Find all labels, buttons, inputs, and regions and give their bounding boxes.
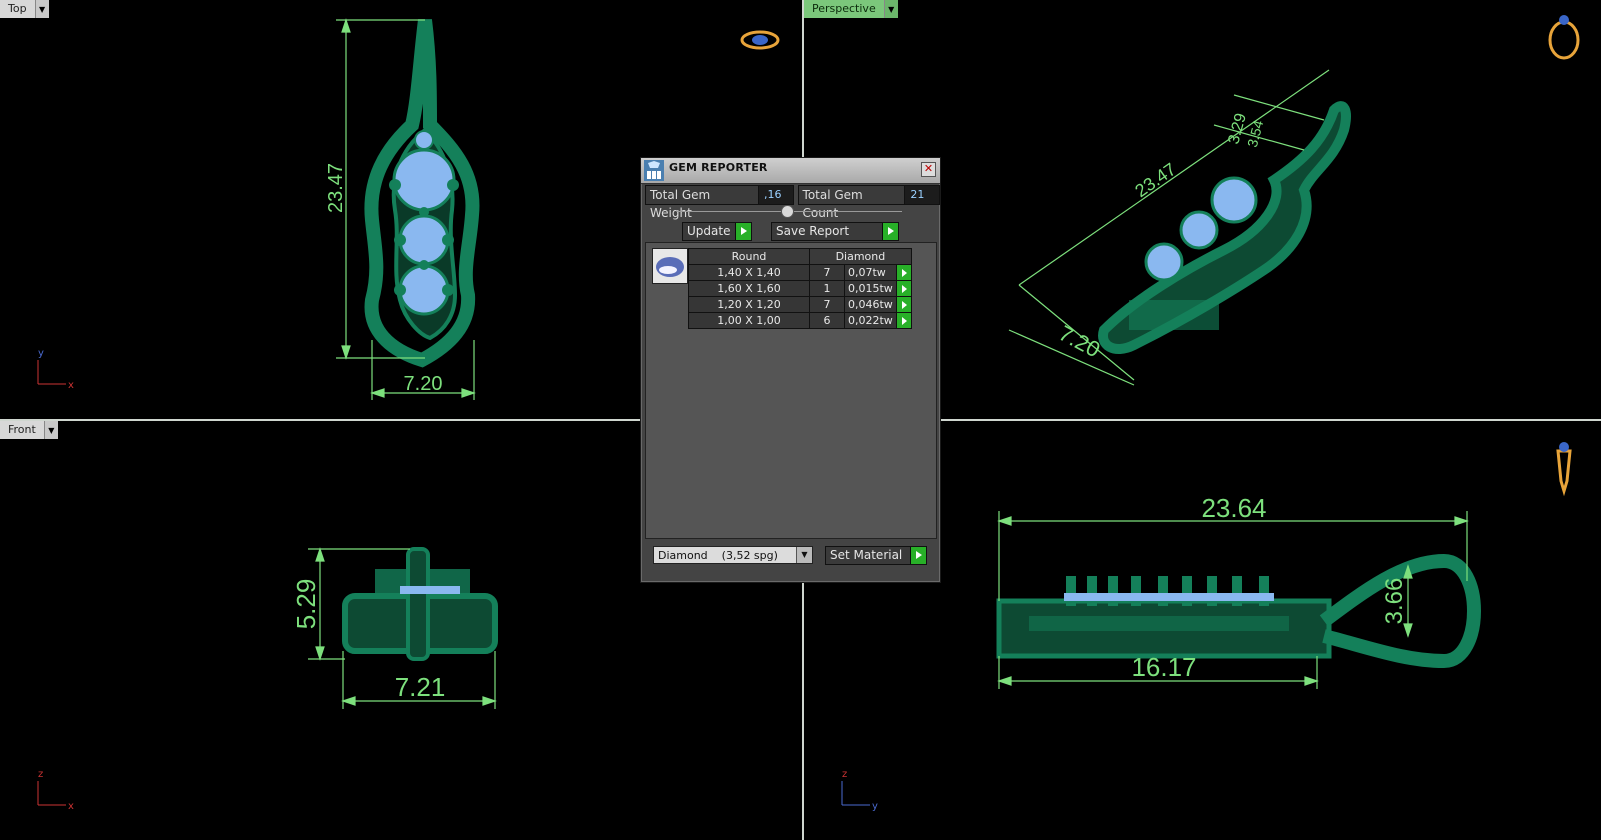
table-row[interactable]: 1,00 X 1,00 6 0,022tw	[688, 312, 912, 329]
play-icon	[735, 223, 751, 240]
chevron-down-icon[interactable]: ▼	[796, 547, 812, 563]
gem-weight: 0,015tw	[844, 280, 897, 297]
gem-size: 1,60 X 1,60	[688, 280, 810, 297]
axis-triad	[37, 360, 66, 385]
set-material-button[interactable]: Set Material	[825, 546, 927, 565]
gem-list: Round Diamond 1,40 X 1,40 7 0,07tw 1,60 …	[645, 242, 937, 539]
total-weight-label: Total Gem Weight	[646, 186, 759, 220]
row-action-icon[interactable]	[895, 264, 912, 281]
slider-handle[interactable]	[781, 205, 794, 218]
panel-title: GEM REPORTER	[669, 161, 768, 174]
svg-text:x: x	[68, 380, 74, 391]
total-count-field: Total Gem Count 21	[797, 185, 940, 220]
view-cube-icon	[740, 30, 780, 50]
gem-reporter-icon	[644, 160, 664, 181]
viewport-name: Perspective	[804, 0, 885, 18]
panel-title-bar[interactable]: GEM REPORTER ✕	[641, 158, 940, 184]
pendant-top-model	[364, 19, 480, 368]
round-gem-icon[interactable]	[652, 248, 688, 284]
dimension-width-label: 7.21	[395, 672, 446, 702]
total-weight-field: Total Gem Weight ,16	[645, 185, 794, 220]
update-label: Update	[687, 224, 731, 238]
row-action-icon[interactable]	[895, 296, 912, 313]
dimension-height-label: 5.29	[291, 579, 321, 630]
axis-triad	[841, 781, 870, 806]
save-report-label: Save Report	[776, 224, 850, 238]
material-select[interactable]: Diamond (3,52 spg) ▼	[653, 546, 813, 564]
material-value: Diamond (3,52 spg)	[658, 549, 778, 562]
update-button[interactable]: Update	[682, 222, 752, 241]
pendant-front-model	[342, 547, 498, 661]
total-count-label: Total Gem Count	[798, 186, 906, 220]
play-icon	[882, 223, 898, 240]
svg-text:y: y	[872, 801, 878, 812]
chevron-down-icon[interactable]: ▼	[44, 421, 58, 439]
dimension-length-label: 23.47	[1131, 159, 1179, 201]
gem-size: 1,40 X 1,40	[688, 264, 810, 281]
view-cube-icon	[1556, 442, 1572, 497]
dimension-inner-label: 16.17	[1131, 652, 1196, 682]
row-action-icon[interactable]	[895, 280, 912, 297]
view-cube-icon	[1548, 15, 1580, 60]
viewport-name: Front	[0, 421, 45, 439]
gem-weight: 0,046tw	[844, 296, 897, 313]
dimension-width-label: 7.20	[1055, 320, 1105, 362]
axis-triad	[37, 781, 66, 806]
viewport-label-front[interactable]: Front ▼	[0, 421, 58, 439]
set-material-label: Set Material	[830, 548, 903, 562]
table-row[interactable]: 1,20 X 1,20 7 0,046tw	[688, 296, 912, 313]
gem-size: 1,00 X 1,00	[688, 312, 810, 329]
table-row[interactable]: 1,60 X 1,60 1 0,015tw	[688, 280, 912, 297]
chevron-down-icon[interactable]: ▼	[35, 0, 49, 18]
dimension-loop-label: 3.66	[1381, 578, 1408, 625]
total-count-value[interactable]: 21	[905, 186, 939, 204]
save-report-button[interactable]: Save Report	[771, 222, 899, 241]
svg-text:y: y	[38, 348, 44, 359]
gem-count: 1	[809, 280, 845, 297]
gem-reporter-panel: GEM REPORTER ✕ Total Gem Weight ,16 Tota…	[640, 157, 941, 583]
gem-count: 7	[809, 264, 845, 281]
col-header-shape: Round	[688, 248, 810, 265]
gem-count: 7	[809, 296, 845, 313]
chevron-down-icon[interactable]: ▼	[884, 0, 898, 18]
close-icon[interactable]: ✕	[921, 162, 936, 177]
viewport-label-perspective[interactable]: Perspective ▼	[804, 0, 898, 18]
svg-text:z: z	[842, 769, 847, 780]
play-icon	[910, 547, 926, 564]
table-row[interactable]: 1,40 X 1,40 7 0,07tw	[688, 264, 912, 281]
svg-text:z: z	[38, 769, 43, 780]
gem-table: Round Diamond 1,40 X 1,40 7 0,07tw 1,60 …	[688, 248, 912, 329]
total-weight-value[interactable]: ,16	[758, 186, 793, 204]
col-header-material: Diamond	[809, 248, 912, 265]
row-action-icon[interactable]	[895, 312, 912, 329]
gem-weight: 0,022tw	[844, 312, 897, 329]
viewport-name: Top	[0, 0, 36, 18]
gem-weight: 0,07tw	[844, 264, 897, 281]
gem-size: 1,20 X 1,20	[688, 296, 810, 313]
dimension-width-label: 7.20	[404, 373, 443, 395]
svg-text:x: x	[68, 801, 74, 812]
gem-count: 6	[809, 312, 845, 329]
dimension-height-label: 23.47	[325, 163, 347, 213]
dimension-length-label: 23.64	[1201, 493, 1266, 523]
totals-row: Total Gem Weight ,16 Total Gem Count 21	[645, 185, 940, 220]
viewport-label-top[interactable]: Top ▼	[0, 0, 49, 18]
